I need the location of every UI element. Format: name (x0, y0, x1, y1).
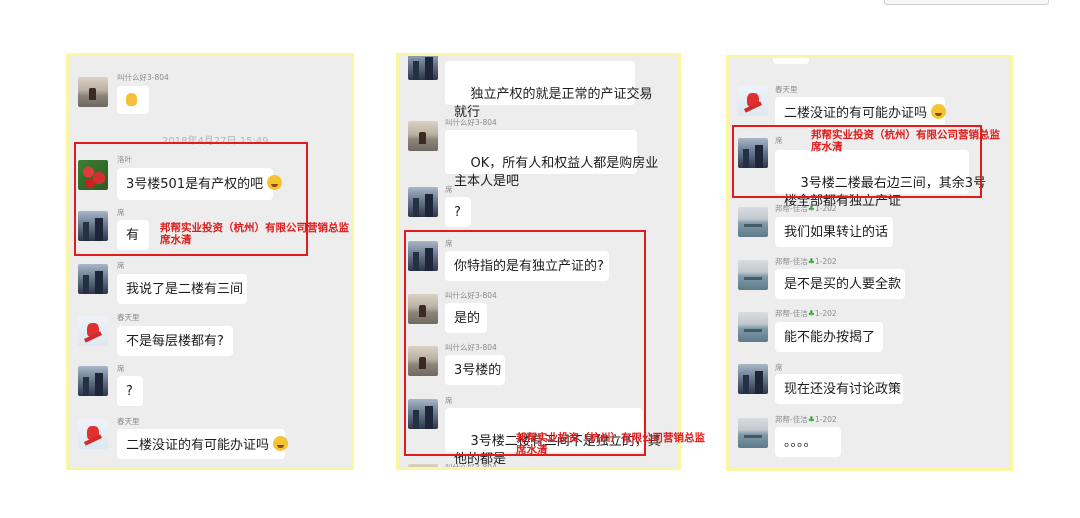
sender-name: 春天里 (117, 313, 140, 322)
message-text: 。。。。 (784, 435, 817, 450)
avatar (408, 464, 438, 467)
sender-name: 春天里 (117, 417, 140, 426)
sender-name: 邦帮-佳洁♣1-202 (775, 204, 837, 213)
sender-name: 邦帮-佳洁♣1-202 (775, 257, 837, 266)
message-text: 不是每层楼都有? (126, 334, 224, 349)
chat-screenshot-1: 叫什么好3-804 2018年4月27日 15:49 洛叶 3号楼501是有产权… (66, 53, 354, 470)
sender-name: 邦帮-佳洁♣1-202 (775, 309, 837, 318)
message-text: 我说了是二楼有三间 (126, 282, 244, 297)
sender-name: 叫什么好3-804 (445, 463, 497, 470)
message-text: 二楼没证的有可能办证吗 (126, 438, 270, 453)
chat-screenshot-3: 春天里 二楼没证的有可能办证吗 席 3号楼二楼最右边三间，其余3号 楼全部都有独… (726, 55, 1013, 471)
avatar (738, 418, 768, 448)
avatar (408, 56, 438, 80)
annotation-label: 邦帮实业投资（杭州）有限公司营销总监 席水清 (811, 129, 1000, 153)
avatar (408, 121, 438, 151)
avatar (78, 366, 108, 396)
message-bubble: OK，所有人和权益人都是购房业 主本人是吧 (445, 130, 658, 189)
clover-icon: ♣ (807, 309, 815, 318)
annotation-label: 邦帮实业投资（杭州）有限公司营销总监 席水清 (160, 222, 349, 246)
message-bubble: 是不是买的人要全款 (775, 269, 905, 299)
laughing-emoji-icon (931, 104, 947, 119)
clover-icon: ♣ (807, 257, 815, 266)
avatar (78, 77, 108, 107)
annotation-text: 邦帮实业投资（杭州）有限公司营销总监 席水清 (160, 222, 349, 246)
highlight-box (404, 230, 646, 456)
message-bubble: ? (445, 197, 471, 227)
avatar (738, 260, 768, 290)
message-bubble: 我们如果转让的话 (775, 217, 893, 247)
sender-name: 席 (445, 185, 453, 194)
laughing-emoji-icon (273, 436, 289, 451)
emoji-bubble (117, 86, 149, 114)
message-text: 能不能办按揭了 (784, 330, 876, 345)
message-bubble: 现在还没有讨论政策 (775, 374, 903, 404)
message-text: 我们如果转让的话 (784, 225, 889, 240)
sender-name: 叫什么好3-804 (445, 118, 497, 127)
ok-hand-emoji-icon (126, 93, 137, 106)
message-bubble: 独立产权的就是正常的产证交易 就行 (445, 61, 653, 120)
annotation-label: 邦帮实业投资（杭州）有限公司营销总监 席水清 (516, 432, 705, 456)
message-text: 独立产权的就是正常的产证交易 就行 (454, 87, 653, 120)
annotation-text: 邦帮实业投资（杭州）有限公司营销总监 席水清 (811, 129, 1000, 153)
sender-name: 邦帮-佳洁♣1-202 (775, 415, 837, 424)
window-tab-edge (884, 0, 1049, 5)
avatar (738, 364, 768, 394)
message-bubble: 。。。。 (775, 427, 841, 457)
message-text: 是不是买的人要全款 (784, 277, 902, 292)
sender-name: 席 (117, 364, 125, 373)
message-bubble (773, 58, 809, 64)
message-bubble: 不是每层楼都有? (117, 326, 233, 356)
avatar (408, 187, 438, 217)
avatar (738, 86, 768, 116)
clover-icon: ♣ (807, 204, 815, 213)
message-text: OK，所有人和权益人都是购房业 主本人是吧 (454, 156, 659, 189)
annotation-text: 邦帮实业投资（杭州）有限公司营销总监 席水清 (516, 432, 705, 456)
clover-icon: ♣ (807, 415, 815, 424)
sender-name: 春天里 (775, 85, 798, 94)
avatar (738, 207, 768, 237)
avatar (78, 419, 108, 449)
sender-name: 席 (775, 363, 783, 372)
sender-name: 叫什么好3-804 (117, 73, 169, 82)
message-text: ? (454, 205, 461, 220)
message-text: ? (126, 384, 133, 399)
message-bubble: 能不能办按揭了 (775, 322, 883, 352)
message-bubble: ? (117, 376, 143, 406)
sender-name: 席 (117, 261, 125, 270)
message-bubble: 二楼没证的有可能办证吗 (117, 429, 289, 459)
avatar (78, 264, 108, 294)
avatar (78, 316, 108, 346)
message-text: 现在还没有讨论政策 (784, 382, 902, 397)
message-bubble: 二楼没证的有可能办证吗 (775, 97, 947, 127)
message-text: 二楼没证的有可能办证吗 (784, 106, 928, 121)
avatar (738, 312, 768, 342)
message-bubble: 我说了是二楼有三间 (117, 274, 247, 304)
